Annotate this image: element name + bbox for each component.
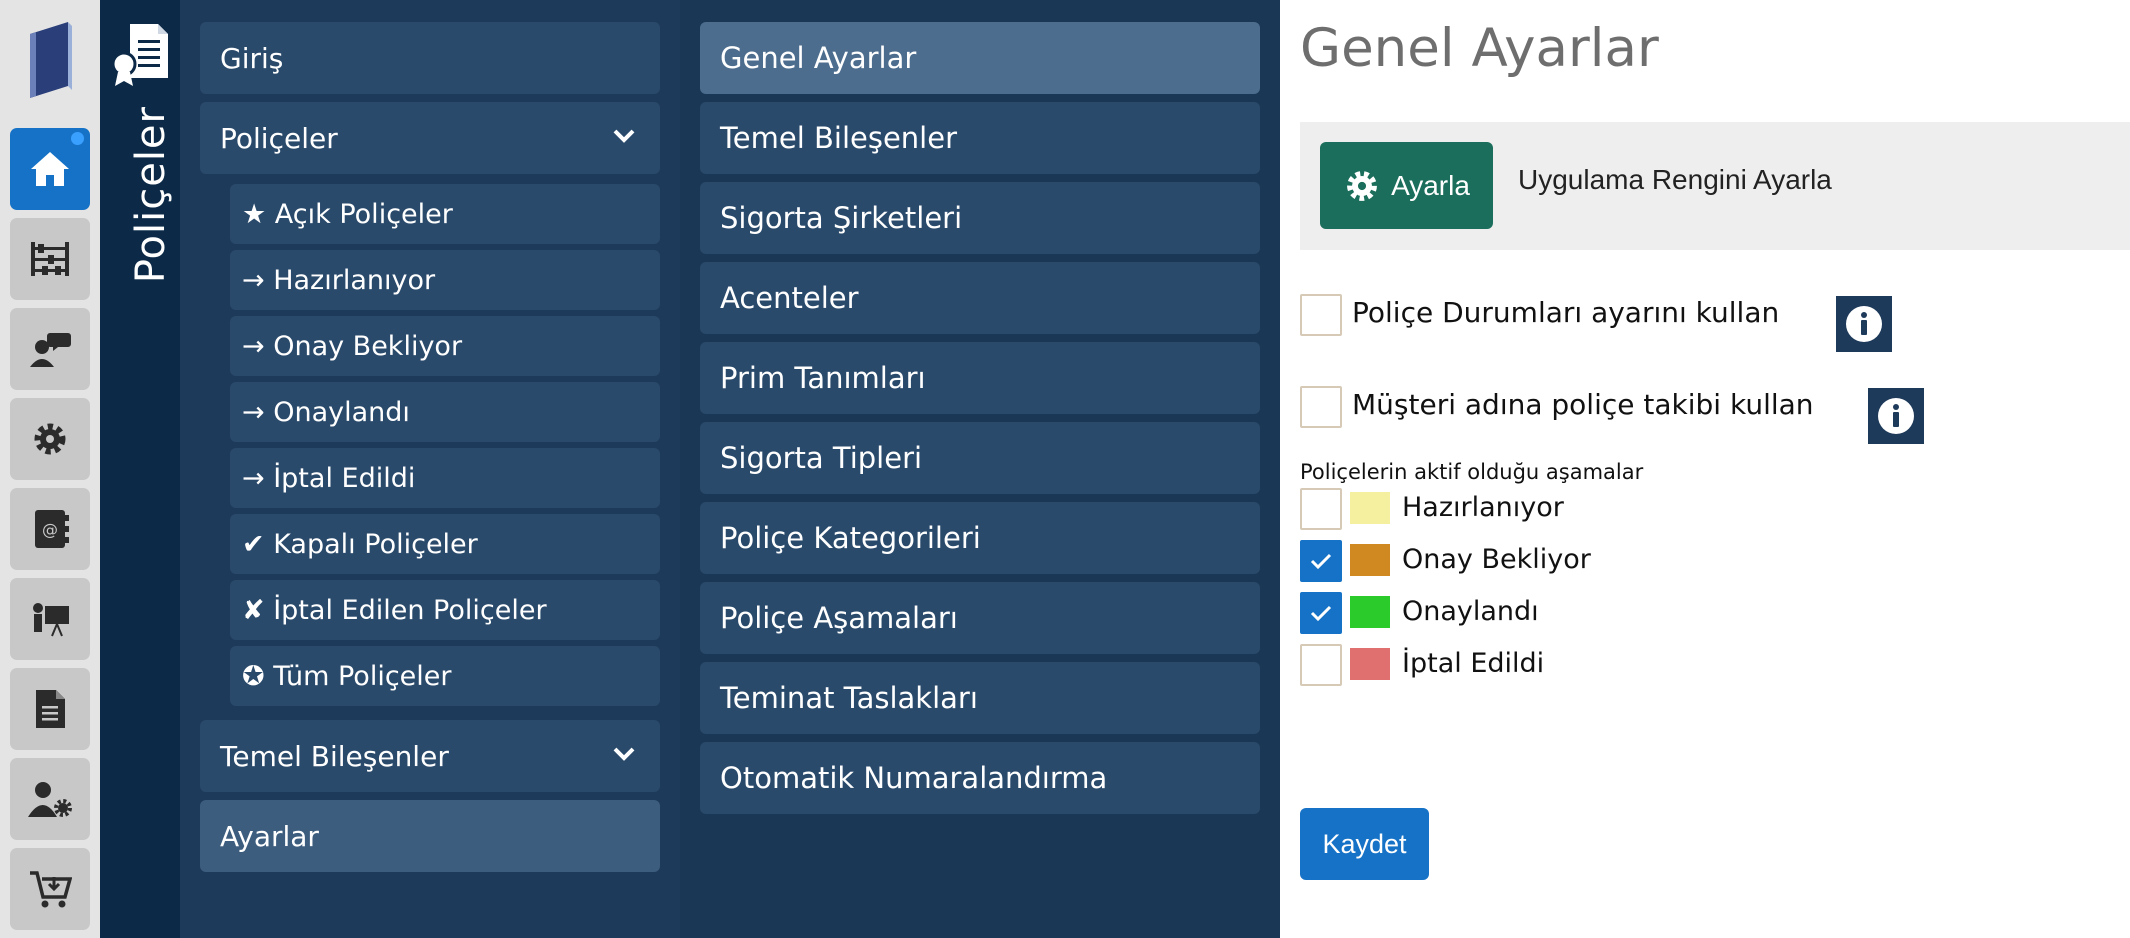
nav-item-label: Poliçeler [220, 121, 338, 155]
chevron-down-icon [613, 129, 635, 143]
module-title: Poliçeler [128, 106, 174, 284]
settings-item-teminat-taslaklari[interactable]: Teminat Taslakları [700, 662, 1260, 734]
settings-item-police-kategorileri[interactable]: Poliçe Kategorileri [700, 502, 1260, 574]
set-color-button[interactable]: Ayarla [1320, 142, 1493, 229]
abacus-icon [31, 242, 69, 276]
nav-sub-onaylandi[interactable]: → Onaylandı [230, 382, 660, 442]
nav-panel: Giriş Poliçeler ★ Açık Poliçeler → Hazır… [180, 0, 680, 938]
nav-sub-onay-bekliyor[interactable]: → Onay Bekliyor [230, 316, 660, 376]
nav-item-ayarlar[interactable]: Ayarlar [200, 800, 660, 872]
save-button[interactable]: Kaydet [1300, 808, 1429, 880]
rail-contacts-button[interactable]: @ [10, 488, 90, 570]
police-durum-checkbox[interactable] [1300, 294, 1342, 336]
police-durum-info-button[interactable] [1836, 296, 1892, 352]
settings-item-genel-ayarlar[interactable]: Genel Ayarlar [700, 22, 1260, 94]
stage-onaylandi-checkbox[interactable] [1300, 592, 1342, 634]
settings-item-otomatik-numaralandirma[interactable]: Otomatik Numaralandırma [700, 742, 1260, 814]
nav-sub-kapali-policeler[interactable]: ✔ Kapalı Poliçeler [230, 514, 660, 574]
chevron-down-icon [613, 747, 635, 761]
nav-sub-iptal-edilen-policeler[interactable]: ✘ İptal Edilen Poliçeler [230, 580, 660, 640]
info-icon [1878, 398, 1914, 434]
stage-onay-bekliyor-checkbox[interactable] [1300, 540, 1342, 582]
app-color-panel: Ayarla Uygulama Rengini Ayarla [1300, 122, 2130, 250]
svg-text:@: @ [42, 520, 58, 539]
nav-item-temel-bilesenler[interactable]: Temel Bileşenler [200, 720, 660, 792]
stage-iptal-edildi-swatch [1350, 648, 1390, 680]
notification-dot [71, 132, 84, 145]
nav-sub-tum-policeler[interactable]: ✪ Tüm Poliçeler [230, 646, 660, 706]
settings-item-sigorta-sirketleri[interactable]: Sigorta Şirketleri [700, 182, 1260, 254]
gear-icon [1347, 170, 1377, 201]
page-title: Genel Ayarlar [1300, 18, 1659, 79]
settings-item-temel-bilesenler[interactable]: Temel Bileşenler [700, 102, 1260, 174]
stage-iptal-edildi-checkbox[interactable] [1300, 644, 1342, 686]
module-band: Poliçeler [100, 0, 180, 938]
rail-presentation-button[interactable] [10, 578, 90, 660]
checkmark-icon [1310, 605, 1332, 622]
settings-item-acenteler[interactable]: Acenteler [700, 262, 1260, 334]
cart-download-icon [30, 871, 72, 908]
customer-chat-icon [30, 333, 71, 367]
nav-sub-hazirlaniyor[interactable]: → Hazırlanıyor [230, 250, 660, 310]
rail-document-button[interactable] [10, 668, 90, 750]
stage-hazirlaniyor-checkbox[interactable] [1300, 488, 1342, 530]
home-icon [31, 152, 69, 186]
rail-abacus-button[interactable] [10, 218, 90, 300]
stage-iptal-edildi-label: İptal Edildi [1402, 648, 1545, 679]
nav-item-giris[interactable]: Giriş [200, 22, 660, 94]
document-icon [36, 690, 65, 728]
stage-onaylandi-swatch [1350, 596, 1390, 628]
set-color-button-label: Ayarla [1391, 169, 1470, 201]
musteri-takibi-info-button[interactable] [1868, 388, 1924, 444]
color-panel-label: Uygulama Rengini Ayarla [1518, 164, 1832, 195]
main-content: Genel Ayarlar Ayarla Uygulama Rengini Ay… [1280, 0, 2130, 938]
presentation-icon [33, 603, 69, 637]
stages-heading: Poliçelerin aktif olduğu aşamalar [1300, 460, 1644, 484]
app-logo-icon [30, 22, 72, 98]
gear-icon [34, 423, 66, 455]
settings-menu: Genel Ayarlar Temel Bileşenler Sigorta Ş… [680, 0, 1280, 938]
musteri-takibi-checkbox[interactable] [1300, 386, 1342, 428]
settings-item-police-asamalari[interactable]: Poliçe Aşamaları [700, 582, 1260, 654]
stage-onay-bekliyor-swatch [1350, 544, 1390, 576]
rail-customer-button[interactable] [10, 308, 90, 390]
rail-user-settings-button[interactable] [10, 758, 90, 840]
nav-item-policeler[interactable]: Poliçeler [200, 102, 660, 174]
settings-item-sigorta-tipleri[interactable]: Sigorta Tipleri [700, 422, 1260, 494]
stage-onay-bekliyor-label: Onay Bekliyor [1402, 544, 1591, 575]
icon-rail: @ [0, 0, 100, 938]
musteri-takibi-label: Müşteri adına poliçe takibi kullan [1352, 388, 1814, 421]
nav-sub-acik-policeler[interactable]: ★ Açık Poliçeler [230, 184, 660, 244]
stage-hazirlaniyor-label: Hazırlanıyor [1402, 492, 1564, 523]
settings-item-prim-tanimlari[interactable]: Prim Tanımları [700, 342, 1260, 414]
checkmark-icon [1310, 553, 1332, 570]
policy-certificate-icon [111, 24, 168, 86]
rail-home-button[interactable] [10, 128, 90, 210]
police-durum-label: Poliçe Durumları ayarını kullan [1352, 296, 1780, 329]
stage-onaylandi-label: Onaylandı [1402, 596, 1539, 627]
info-icon [1846, 306, 1882, 342]
rail-settings-button[interactable] [10, 398, 90, 480]
user-settings-icon [28, 782, 72, 817]
contacts-book-icon: @ [35, 510, 69, 548]
rail-cart-button[interactable] [10, 848, 90, 930]
stage-hazirlaniyor-swatch [1350, 492, 1390, 524]
nav-sub-iptal-edildi[interactable]: → İptal Edildi [230, 448, 660, 508]
nav-item-label: Temel Bileşenler [220, 739, 449, 773]
